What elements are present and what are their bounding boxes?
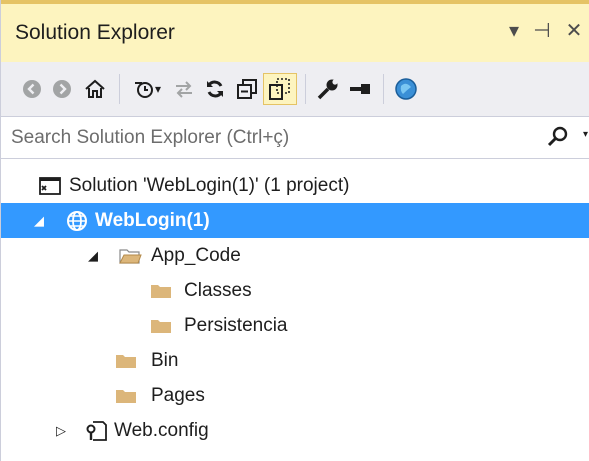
config-file-icon [86, 421, 107, 441]
folder-icon [116, 390, 136, 403]
folder-icon [116, 355, 136, 368]
web-project-globe-icon [67, 211, 87, 231]
folder-icon [151, 320, 171, 333]
search-bar: ▾ [1, 117, 589, 159]
pending-changes-filter-button[interactable]: ▾ [127, 73, 167, 105]
refresh-icon [207, 80, 223, 98]
solution-icon [39, 177, 61, 195]
preview-icon [350, 84, 370, 94]
title-bar: Solution Explorer ▾ ⊣ ✕ [1, 0, 589, 62]
properties-icon [317, 79, 338, 100]
chevron-down-icon: ▾ [154, 82, 162, 96]
collapse-all-button[interactable] [232, 73, 262, 105]
forward-button[interactable] [47, 73, 77, 105]
tree-item-solution[interactable]: Solution 'WebLogin(1)' (1 project) [1, 168, 589, 203]
tree-item-label: Web.config [114, 420, 209, 441]
back-button[interactable] [17, 73, 47, 105]
tree-item-classes[interactable]: Classes [1, 273, 589, 308]
expanded-arrow-icon[interactable]: ◢ [31, 203, 47, 238]
refresh-button[interactable] [200, 73, 230, 105]
solution-explorer-panel: Solution Explorer ▾ ⊣ ✕ ▾ Search Solutio… [0, 0, 589, 461]
tree-item-label: WebLogin(1) [95, 210, 210, 231]
tree-item-pages[interactable]: Pages [1, 378, 589, 413]
tree-item-web-config[interactable]: ▷ Web.config [1, 413, 589, 448]
home-button[interactable] [80, 73, 110, 105]
toolbar: ▾ [1, 62, 589, 117]
forward-icon [53, 80, 71, 98]
show-all-files-icon [269, 78, 290, 100]
tree-item-bin[interactable]: Bin [1, 343, 589, 378]
pin-icon[interactable]: ⊣ [529, 18, 555, 43]
tree-item-label: App_Code [151, 245, 241, 266]
toolbar-separator [119, 74, 120, 104]
tree-item-label: Persistencia [184, 315, 288, 336]
show-all-files-button[interactable] [263, 73, 297, 105]
search-options-chevron-icon[interactable]: ▾ [583, 129, 588, 140]
folder-icon [151, 285, 171, 298]
tree-item-label: Solution 'WebLogin(1)' (1 project) [69, 175, 350, 196]
home-icon [85, 79, 105, 98]
tree-item-project[interactable]: ◢ WebLogin(1) [1, 203, 589, 238]
sync-icon [176, 81, 192, 98]
toolbar-separator [383, 74, 384, 104]
search-input[interactable] [11, 122, 531, 154]
tree-item-app-code[interactable]: ◢ App_Code [1, 238, 589, 273]
browser-icon [395, 78, 417, 100]
tree-item-label: Pages [151, 385, 205, 406]
search-icon[interactable] [546, 125, 570, 149]
open-folder-icon [119, 249, 142, 264]
tree-item-persistencia[interactable]: Persistencia [1, 308, 589, 343]
back-icon [23, 80, 41, 98]
expanded-arrow-icon[interactable]: ◢ [85, 238, 101, 273]
sync-with-active-document-button[interactable] [169, 73, 199, 105]
collapse-all-icon [237, 79, 257, 99]
toolbar-separator [305, 74, 306, 104]
pending-changes-icon [134, 82, 153, 98]
tree-item-label: Bin [151, 350, 179, 371]
window-position-dropdown-icon[interactable]: ▾ [501, 18, 527, 43]
collapsed-arrow-icon[interactable]: ▷ [53, 413, 69, 448]
close-icon[interactable]: ✕ [561, 18, 587, 43]
preview-selected-items-button[interactable] [345, 73, 375, 105]
tree-item-label: Classes [184, 280, 252, 301]
view-in-browser-button[interactable] [391, 73, 421, 105]
properties-button[interactable] [313, 73, 343, 105]
panel-title: Solution Explorer [15, 21, 175, 44]
